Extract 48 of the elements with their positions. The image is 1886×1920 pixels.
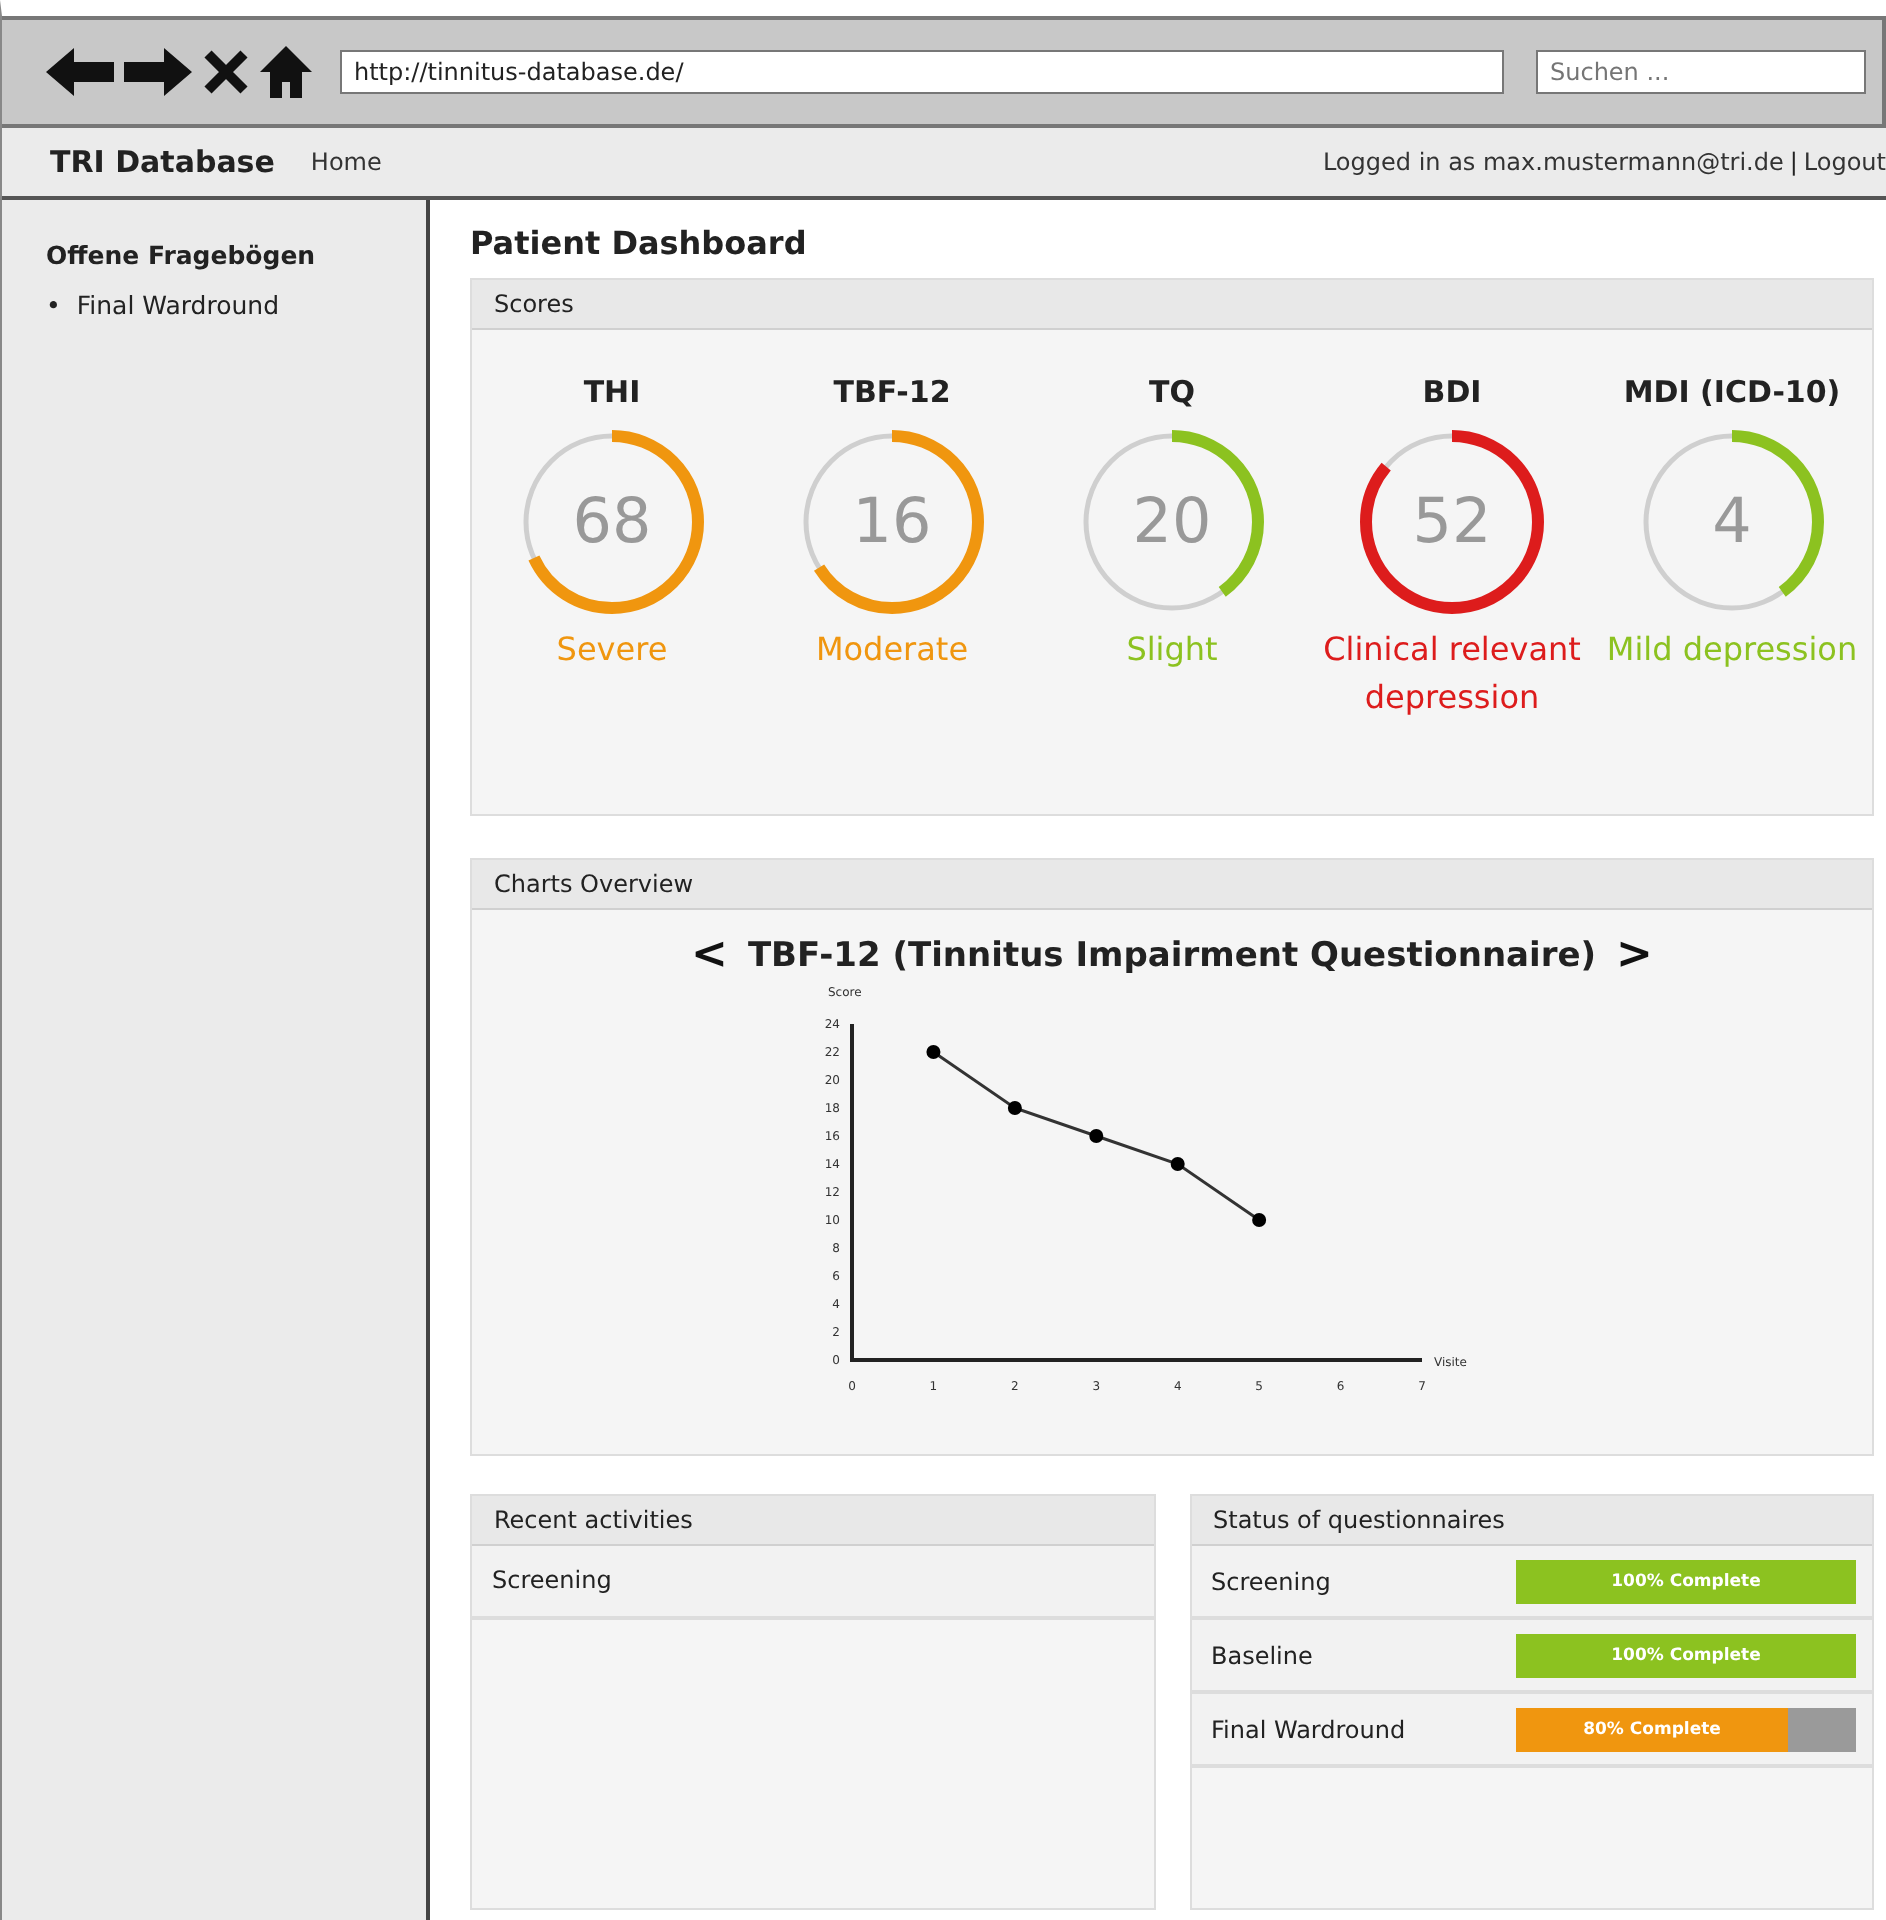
bullet-mark: • bbox=[46, 290, 61, 320]
sidebar-item[interactable]: Final Wardround bbox=[76, 290, 280, 320]
previous-chart-arrow[interactable]: < bbox=[691, 930, 728, 980]
score-rating: Clinical relevant depression bbox=[1321, 628, 1583, 720]
next-chart-arrow[interactable]: > bbox=[1616, 930, 1653, 980]
progress-label: 100% Complete bbox=[1609, 1569, 1763, 1595]
home-icon[interactable] bbox=[260, 46, 312, 98]
nav-link[interactable]: Home bbox=[310, 148, 382, 176]
url-field[interactable]: http://tinnitus-database.de/ bbox=[340, 50, 1504, 94]
questionnaire-name: Final Wardround bbox=[1211, 1715, 1408, 1743]
score-rating: Slight bbox=[1126, 628, 1218, 672]
score-value: 20 bbox=[1130, 484, 1214, 562]
score-name: MDI (ICD-10) bbox=[1623, 374, 1841, 410]
score-name: TQ bbox=[1149, 374, 1195, 410]
score-value: 16 bbox=[850, 484, 934, 562]
search-field[interactable]: Suchen ... bbox=[1536, 50, 1866, 94]
score-name: TBF-12 bbox=[833, 374, 951, 410]
progress-label: 100% Complete bbox=[1609, 1643, 1763, 1669]
brand-title: TRI Database bbox=[50, 144, 275, 180]
logout-link[interactable]: Logout bbox=[1803, 148, 1886, 176]
score-rating: Severe bbox=[556, 628, 668, 672]
score-value: 4 bbox=[1710, 484, 1754, 562]
data-point bbox=[1252, 1213, 1267, 1227]
close-icon[interactable] bbox=[202, 48, 250, 96]
separator-text: | bbox=[1789, 148, 1798, 176]
questionnaire-name: Screening bbox=[1211, 1567, 1333, 1595]
score-rating: Mild depression bbox=[1606, 628, 1858, 672]
data-point bbox=[1089, 1129, 1104, 1143]
panel-header: Recent activities bbox=[472, 1496, 1153, 1546]
data-point bbox=[1170, 1157, 1185, 1171]
score-rating: Moderate bbox=[815, 628, 969, 672]
panel-header: Charts Overview bbox=[472, 860, 1872, 910]
panel-header: Status of questionnaires bbox=[1191, 1496, 1872, 1546]
questionnaire-name: Baseline bbox=[1211, 1641, 1315, 1669]
progress-label: 80% Complete bbox=[1581, 1717, 1723, 1743]
data-point bbox=[926, 1045, 941, 1059]
sidebar-heading: Offene Fragebögen bbox=[46, 240, 318, 270]
chart-title: TBF-12 (Tinnitus Impairment Questionnaire) bbox=[747, 935, 1597, 975]
score-value: 52 bbox=[1410, 484, 1494, 562]
forward-icon[interactable] bbox=[124, 48, 192, 96]
panel-header: Scores bbox=[472, 280, 1872, 330]
user-text: Logged in as max.mustermann@tri.de bbox=[1322, 148, 1784, 176]
score-value: 68 bbox=[570, 484, 654, 562]
page-title: Patient Dashboard bbox=[470, 224, 809, 262]
data-point bbox=[1007, 1101, 1022, 1115]
score-name: THI bbox=[583, 374, 641, 410]
score-name: BDI bbox=[1422, 374, 1482, 410]
back-icon[interactable] bbox=[46, 48, 114, 96]
